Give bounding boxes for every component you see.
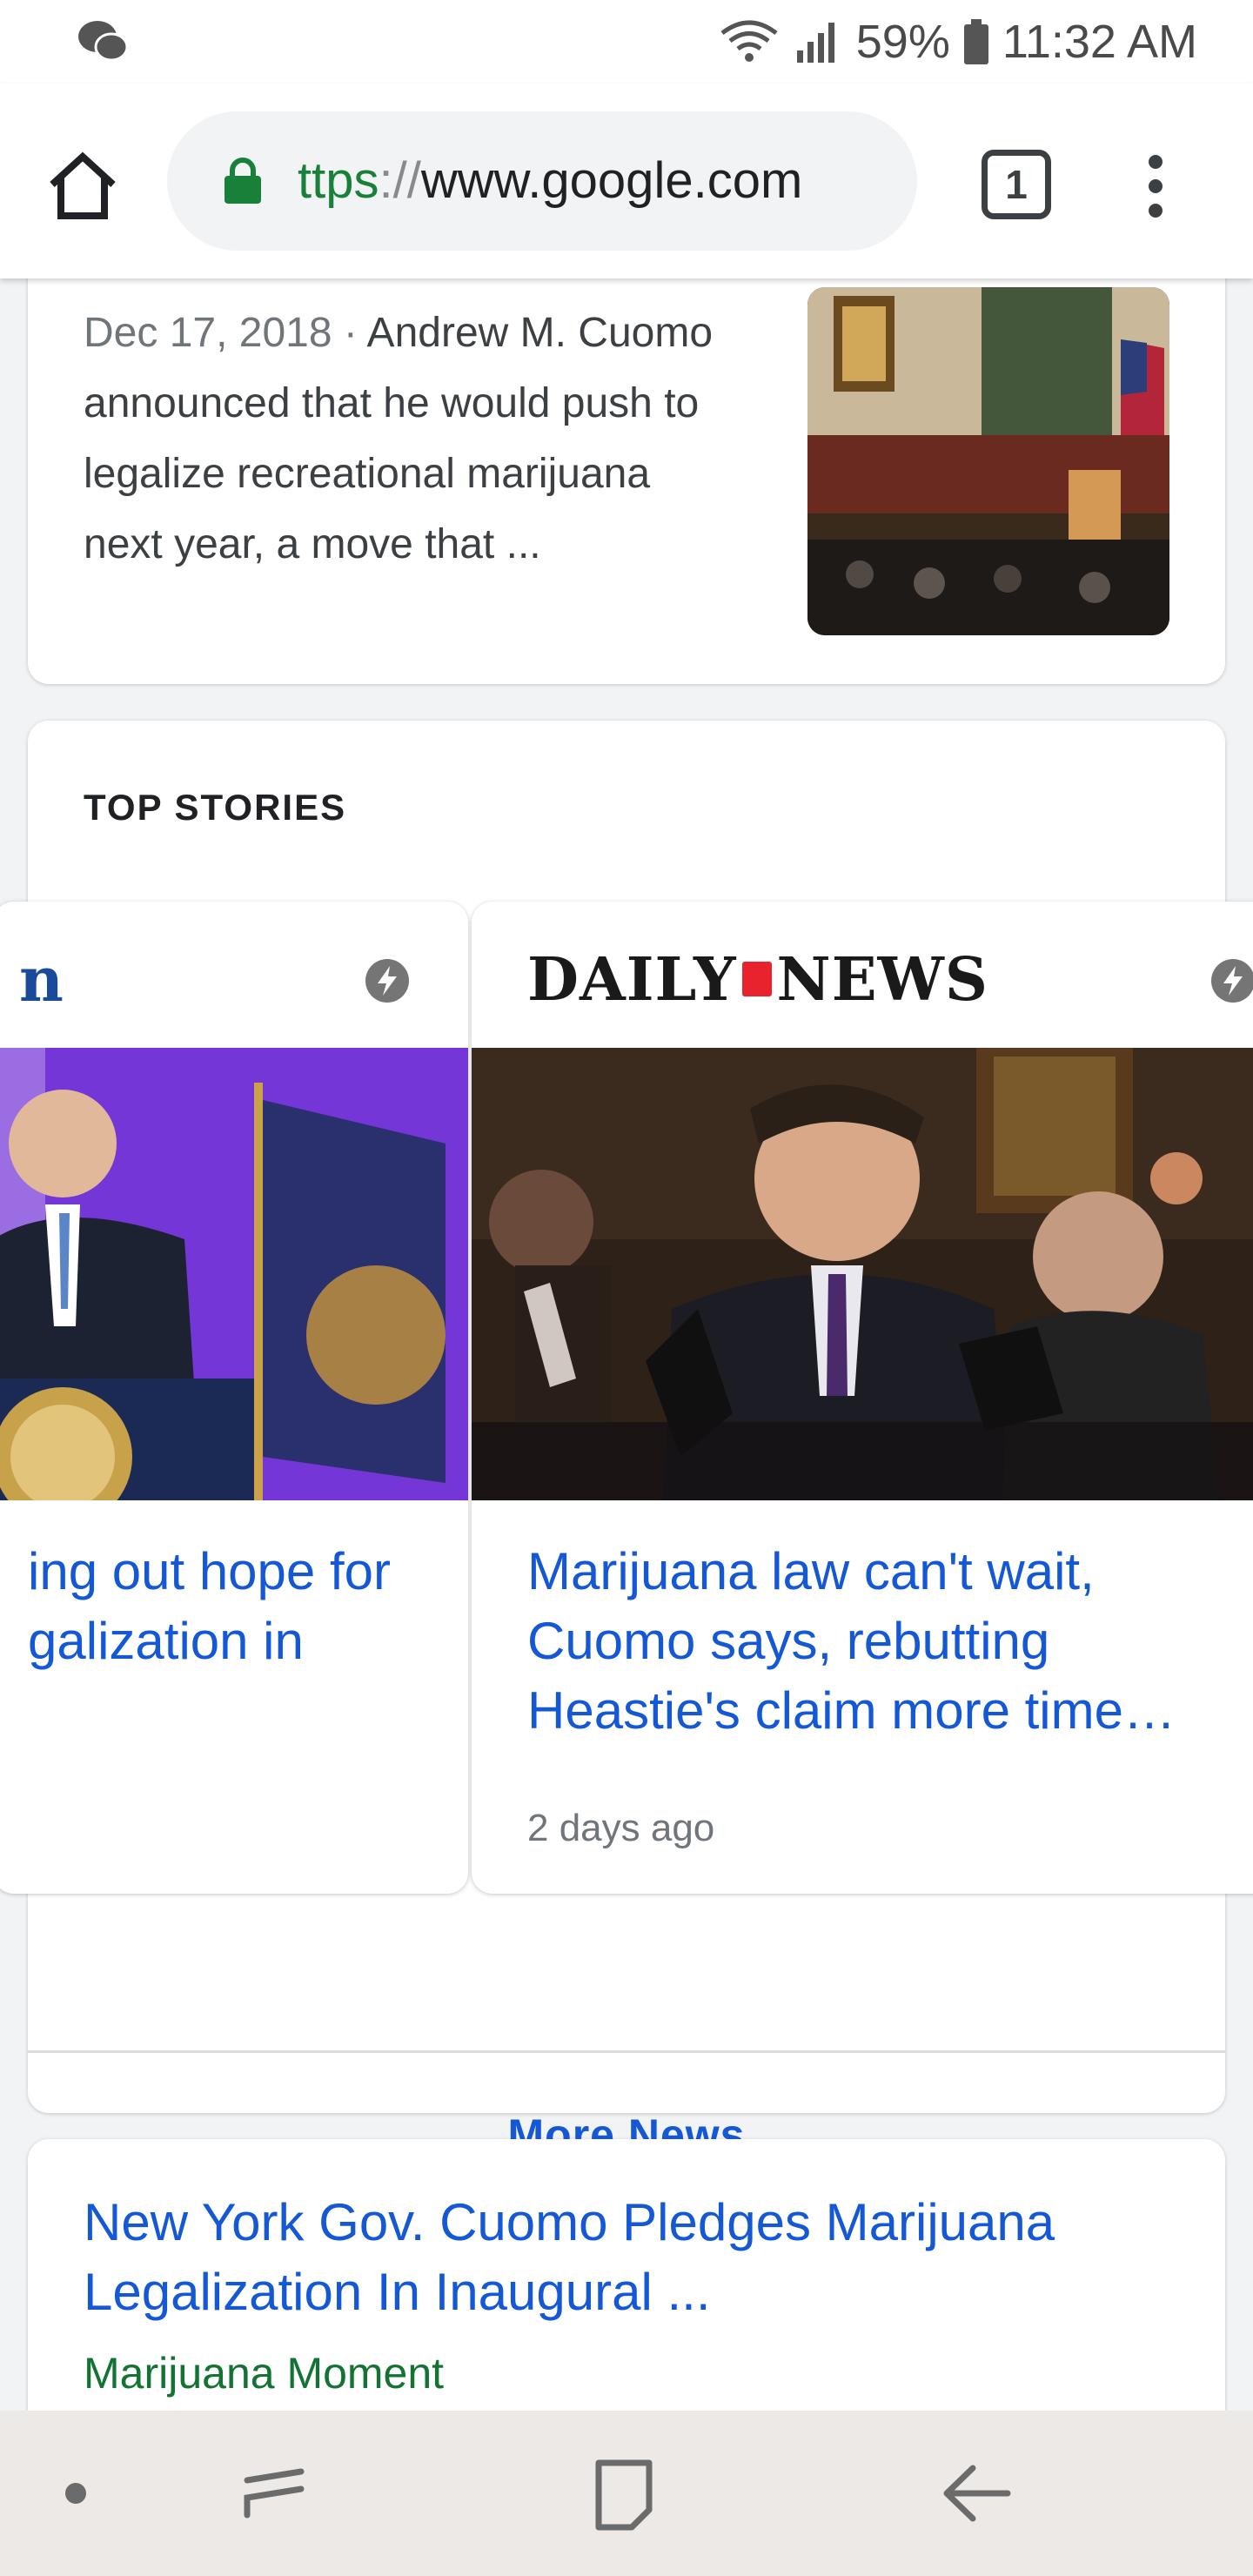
story-title[interactable]: ing out hope for galization in	[28, 1537, 463, 1676]
publisher-logo-part: NEWS	[776, 945, 989, 1015]
result-title[interactable]: New York Gov. Cuomo Pledges Marijuana Le…	[84, 2188, 1180, 2327]
result-card[interactable]: New York Gov. Cuomo Pledges Marijuana Le…	[28, 2139, 1225, 2411]
amp-bolt-icon	[365, 959, 409, 1003]
story-title[interactable]: Marijuana law can't wait, Cuomo says, re…	[527, 1537, 1253, 1746]
result-thumbnail[interactable]	[807, 287, 1169, 635]
publisher-logo-mark	[741, 962, 772, 996]
publisher-logo: n	[19, 943, 64, 1016]
lock-icon	[224, 158, 261, 204]
battery-icon	[963, 19, 988, 64]
publisher-logo: DAILY NEWS	[527, 945, 988, 1015]
story-image	[0, 1048, 468, 1500]
back-icon[interactable]	[928, 2445, 1023, 2541]
story-time: 2 days ago	[527, 1807, 715, 1849]
browser-toolbar: ttps://www.google.com 1	[0, 84, 1253, 278]
battery-percent: 59%	[855, 16, 950, 68]
url-separator: ://	[379, 152, 421, 209]
amp-bolt-icon	[1211, 959, 1253, 1003]
story-card[interactable]: n ing out hope for galization in	[0, 902, 468, 1894]
wifi-icon	[720, 20, 778, 62]
top-stories-heading: TOP STORIES	[84, 787, 347, 828]
result-date: Dec 17, 2018 ·	[84, 310, 367, 356]
home-square-icon[interactable]	[576, 2445, 672, 2541]
top-stories-card: TOP STORIES n ing out hope for galizatio…	[0, 721, 1253, 2159]
publisher-logo-part: DAILY	[527, 945, 737, 1015]
status-right: 59% 11:32 AM	[719, 10, 1197, 73]
signal-icon	[796, 23, 834, 63]
result-source: Marijuana Moment	[84, 2349, 445, 2398]
search-results: Dec 17, 2018 · Andrew M. Cuomo announced…	[0, 278, 1253, 2411]
dot-icon[interactable]	[28, 2445, 124, 2541]
recents-icon[interactable]	[226, 2445, 322, 2541]
story-card[interactable]: DAILY NEWS Marijuana law can't wait, Cuo…	[472, 902, 1253, 1894]
omnibox[interactable]: ttps://www.google.com	[167, 111, 917, 251]
status-bar: 59% 11:32 AM	[0, 0, 1253, 84]
home-icon[interactable]	[44, 146, 122, 225]
result-card[interactable]: Dec 17, 2018 · Andrew M. Cuomo announced…	[28, 278, 1225, 684]
url-text: ttps://www.google.com	[298, 111, 802, 251]
url-host: www.google.com	[420, 152, 803, 209]
tabs-icon[interactable]: 1	[982, 150, 1051, 219]
result-snippet: Dec 17, 2018 · Andrew M. Cuomo announced…	[84, 298, 736, 580]
overflow-menu-icon[interactable]	[1140, 151, 1171, 221]
story-image	[472, 1048, 1253, 1500]
system-navbar	[0, 2411, 1253, 2576]
clock: 11:32 AM	[1002, 16, 1197, 68]
url-scheme: ttps	[298, 152, 379, 209]
wechat-icon	[78, 21, 129, 62]
